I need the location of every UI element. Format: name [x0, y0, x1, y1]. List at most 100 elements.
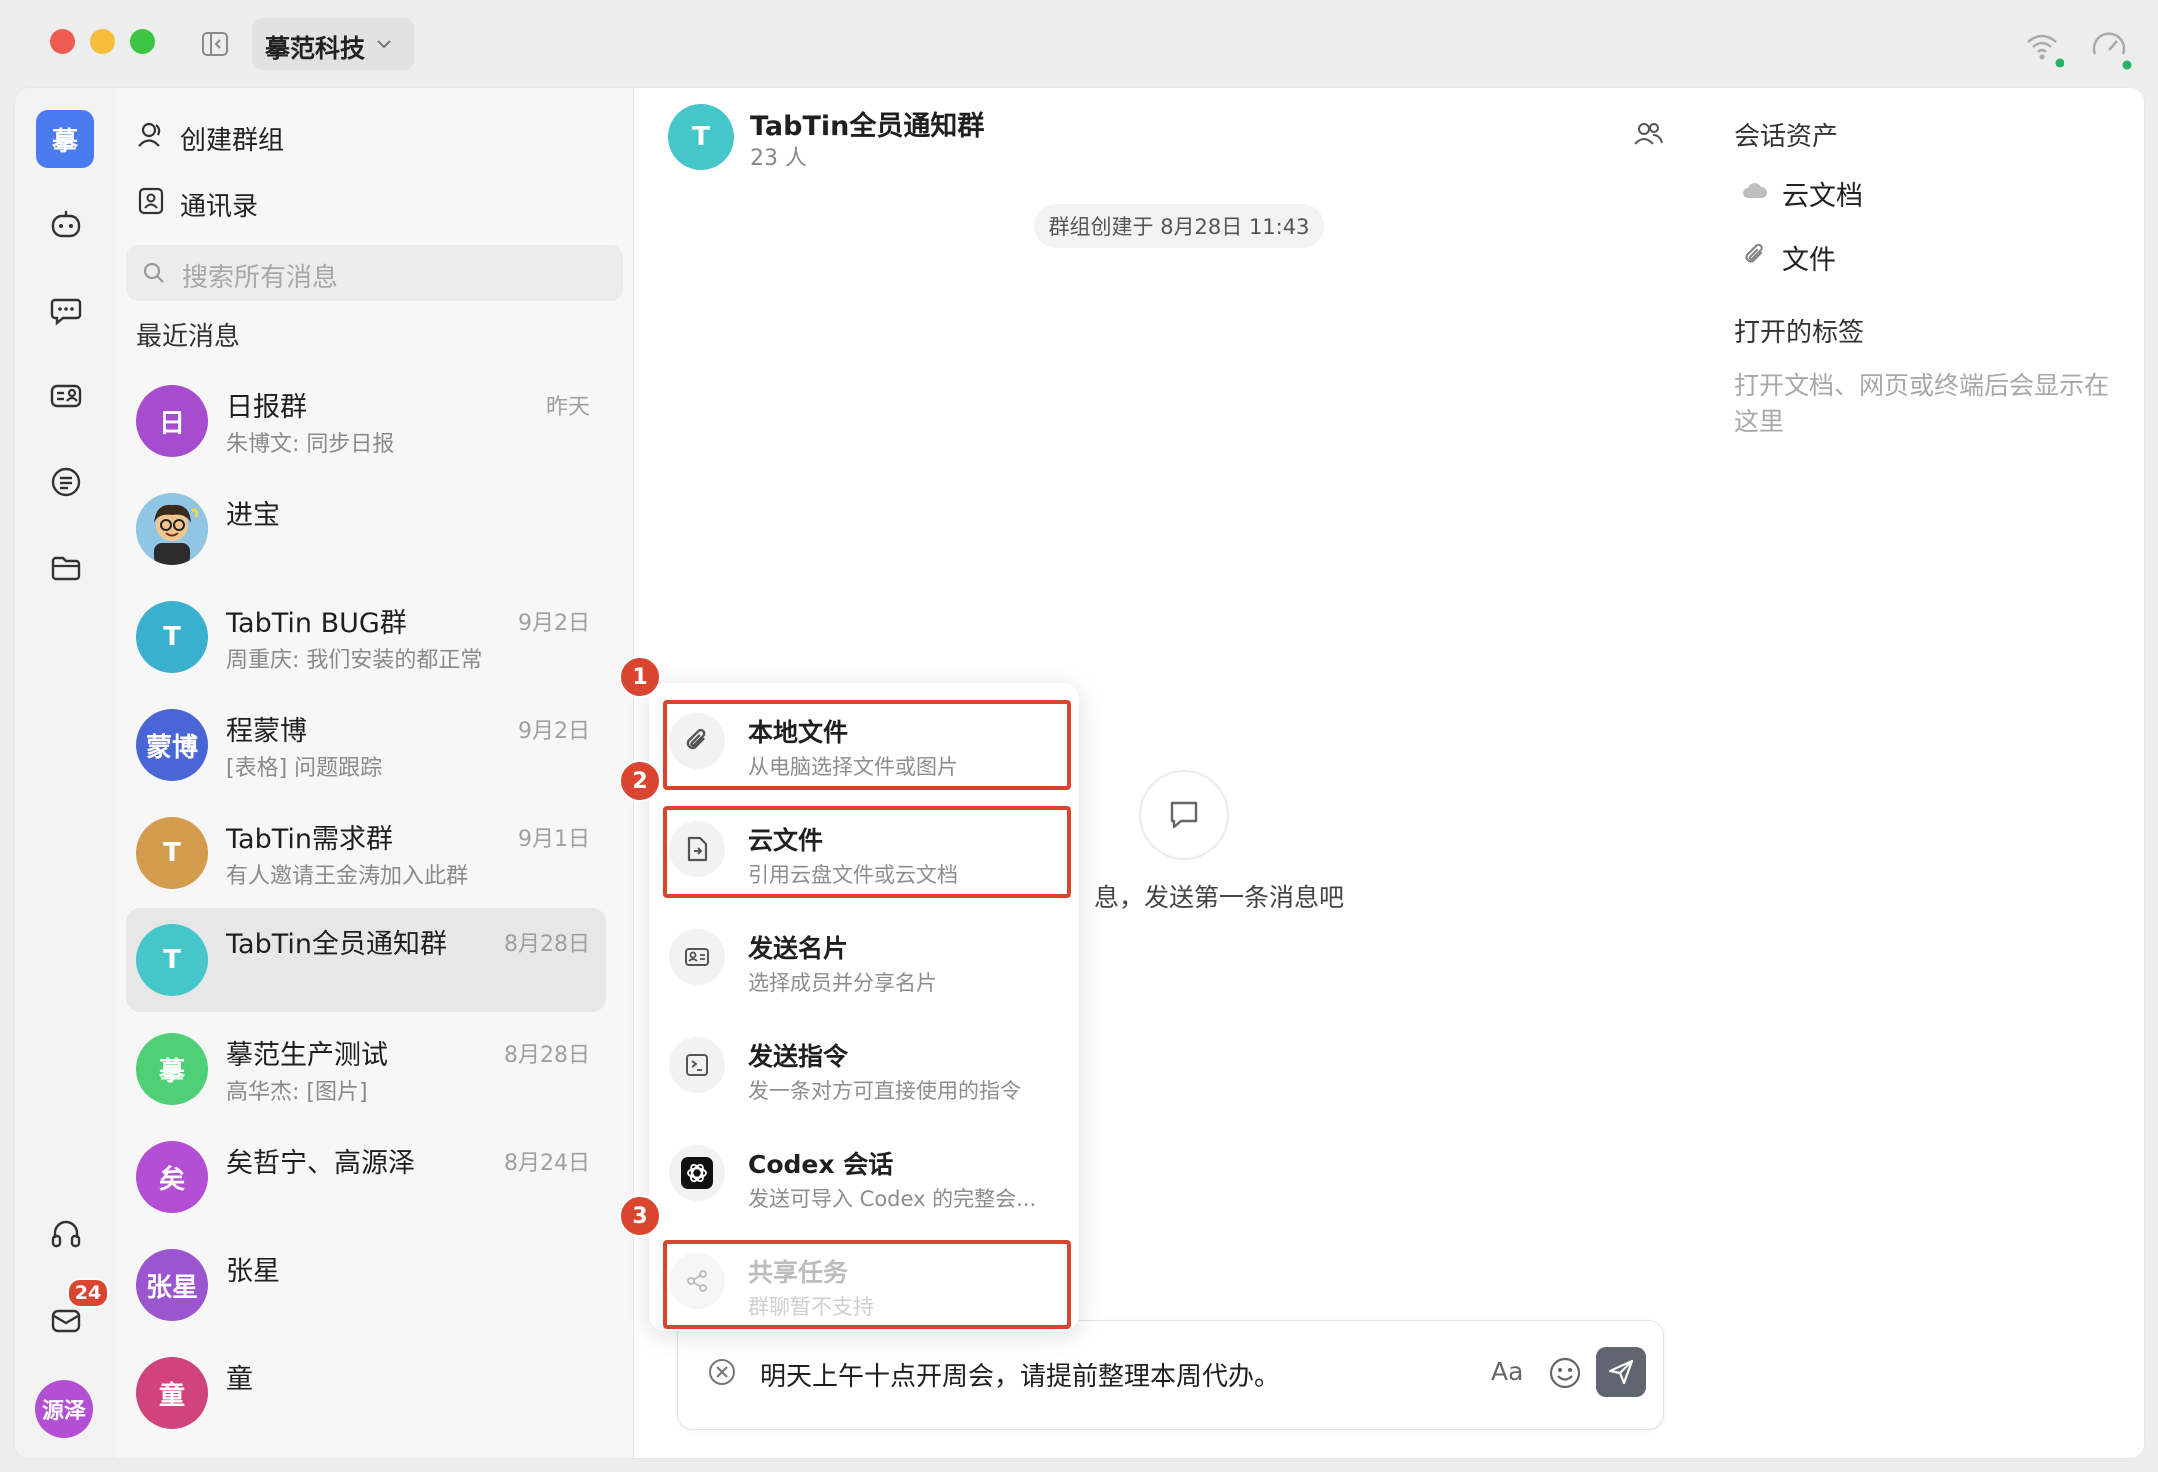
conversation-item-selected[interactable]: T TabTin全员通知群 8月28日 — [126, 908, 606, 1012]
conversation-name: 进宝 — [226, 500, 280, 531]
conversation-item[interactable]: T TabTin需求群 9月1日 有人邀请王金涛加入此群 — [126, 803, 606, 903]
assets-item-files[interactable]: 文件 — [1742, 236, 2042, 276]
paperclip-icon — [1742, 242, 1768, 268]
highlight-box-cloud-file — [663, 806, 1071, 898]
cloud-icon — [1742, 180, 1768, 202]
conversation-preview: [表格] 问题跟踪 — [226, 756, 383, 781]
zoom-window-button[interactable] — [130, 29, 155, 54]
conversation-name: 矣哲宁、高源泽 — [226, 1148, 415, 1179]
search-field[interactable]: 搜索所有消息 — [126, 245, 623, 301]
assets-panel: 会话资产 云文档 文件 打开的标签 打开文档、网页或终端后会显示在这里 — [1696, 88, 2144, 1458]
create-group-label: 创建群组 — [180, 126, 285, 156]
system-message-pill: 群组创建于 8月28日 11:43 — [1034, 204, 1324, 248]
person-icon — [136, 120, 166, 150]
search-input[interactable]: 搜索所有消息 — [182, 257, 338, 294]
conversation-avatar: 张星 — [136, 1249, 208, 1321]
open-tabs-hint: 打开文档、网页或终端后会显示在这里 — [1734, 371, 2110, 436]
conversation-avatar: T — [136, 817, 208, 889]
mail-icon[interactable] — [50, 1304, 82, 1336]
conversation-avatar: 童 — [136, 1357, 208, 1429]
speed-gauge-icon[interactable] — [2090, 28, 2132, 70]
members-icon[interactable] — [1633, 119, 1663, 149]
wifi-status-icon[interactable] — [2024, 28, 2064, 68]
conversation-avatar: 摹 — [136, 1033, 208, 1105]
conversation-time: 8月28日 — [504, 1043, 590, 1068]
empty-chat-hint: 息，发送第一条消息吧 — [1094, 883, 1345, 912]
menu-item-send-command[interactable]: 发送指令 发一条对方可直接使用的指令 — [663, 1015, 1063, 1111]
toggle-sidebar-icon[interactable] — [201, 30, 229, 58]
recent-messages-heading: 最近消息 — [136, 322, 241, 352]
conversation-item[interactable]: 童 童 — [126, 1343, 606, 1443]
conversation-name: 日报群 — [226, 392, 307, 423]
group-avatar: T — [668, 104, 734, 170]
workspace-name: 摹范科技 — [265, 34, 366, 63]
create-group-button[interactable]: 创建群组 — [136, 114, 436, 158]
address-book-icon — [136, 186, 166, 216]
menu-item-codex-session[interactable]: Codex 会话 发送可导入 Codex 的完整会... — [663, 1123, 1063, 1219]
app-window: 摹 24 源泽 创建群组 通讯录 搜索所有消息 最近消息 日 日报群 昨天 朱博… — [15, 88, 2144, 1458]
minimize-window-button[interactable] — [90, 29, 115, 54]
conversation-name: 童 — [226, 1364, 253, 1395]
step-marker-1: 1 — [619, 656, 661, 698]
message-composer[interactable]: 明天上午十点开周会，请提前整理本周代办。 Aa — [677, 1320, 1664, 1430]
conversation-item[interactable]: 日 日报群 昨天 朱博文: 同步日报 — [126, 371, 606, 471]
conversation-item[interactable]: 张星 张星 — [126, 1235, 606, 1335]
conversation-time: 9月1日 — [518, 827, 590, 852]
conversation-name: TabTin全员通知群 — [226, 929, 447, 960]
menu-item-subtitle: 选择成员并分享名片 — [748, 971, 937, 995]
conversation-item[interactable]: 矣 矣哲宁、高源泽 8月24日 — [126, 1127, 606, 1227]
conversation-preview: 有人邀请王金涛加入此群 — [226, 864, 469, 889]
user-avatar[interactable]: 源泽 — [35, 1380, 93, 1438]
chat-bubble-icon[interactable] — [50, 294, 82, 326]
conversation-item[interactable]: 进宝 — [126, 479, 606, 579]
close-window-button[interactable] — [50, 29, 75, 54]
message-input[interactable]: 明天上午十点开周会，请提前整理本周代办。 — [760, 1356, 1280, 1393]
chevron-down-icon — [376, 38, 392, 50]
headset-icon[interactable] — [50, 1218, 82, 1250]
folder-icon[interactable] — [50, 552, 82, 584]
conversation-item[interactable]: T TabTin BUG群 9月2日 周重庆: 我们安装的都正常 — [126, 587, 606, 687]
contacts-button[interactable]: 通讯录 — [136, 180, 436, 224]
robot-icon[interactable] — [50, 208, 82, 240]
conversation-time: 9月2日 — [518, 611, 590, 636]
nav-rail: 摹 24 源泽 — [15, 88, 117, 1458]
emoji-icon[interactable] — [1548, 1356, 1582, 1390]
terminal-icon — [669, 1037, 725, 1093]
menu-item-title: Codex 会话 — [748, 1150, 894, 1179]
cloud-docs-label: 云文档 — [1782, 181, 1863, 212]
openai-icon — [669, 1145, 725, 1201]
menu-item-title: 发送名片 — [748, 934, 849, 963]
conversation-avatar: 矣 — [136, 1141, 208, 1213]
conversation-time: 8月24日 — [504, 1151, 590, 1176]
files-label: 文件 — [1782, 245, 1836, 276]
conversation-avatar: 日 — [136, 385, 208, 457]
conversation-avatar: T — [136, 924, 208, 996]
send-button[interactable] — [1596, 1347, 1646, 1397]
menu-item-title: 发送指令 — [748, 1042, 849, 1071]
conversation-item[interactable]: 蒙博 程蒙博 9月2日 [表格] 问题跟踪 — [126, 695, 606, 795]
clear-input-icon[interactable] — [707, 1357, 737, 1387]
conversation-sidebar: 创建群组 通讯录 搜索所有消息 最近消息 日 日报群 昨天 朱博文: 同步日报 — [116, 88, 634, 1458]
cartoon-avatar-image — [136, 493, 208, 565]
conversation-time: 8月28日 — [504, 932, 590, 957]
conversation-item[interactable]: 摹 摹范生产测试 8月28日 高华杰: [图片] — [126, 1019, 606, 1119]
search-icon — [142, 261, 166, 285]
workspace-switcher[interactable]: 摹范科技 — [252, 18, 414, 70]
highlight-box-local-file — [663, 700, 1071, 790]
member-count: 23 人 — [750, 146, 807, 171]
conversation-avatar: T — [136, 601, 208, 673]
highlight-box-share-task — [663, 1240, 1071, 1329]
org-avatar[interactable]: 摹 — [36, 110, 94, 168]
menu-item-contact-card[interactable]: 发送名片 选择成员并分享名片 — [663, 907, 1063, 1003]
step-marker-2: 2 — [619, 760, 661, 802]
send-icon — [1608, 1359, 1634, 1385]
document-list-icon[interactable] — [50, 466, 82, 498]
menu-item-subtitle: 发一条对方可直接使用的指令 — [748, 1079, 1021, 1103]
conversation-time: 昨天 — [545, 395, 590, 420]
contact-card-nav-icon[interactable] — [50, 380, 82, 412]
conversation-name: 程蒙博 — [226, 716, 307, 747]
step-marker-3: 3 — [619, 1195, 661, 1237]
mail-unread-badge: 24 — [67, 1278, 109, 1308]
assets-item-cloud-docs[interactable]: 云文档 — [1742, 172, 2042, 212]
text-format-button[interactable]: Aa — [1491, 1357, 1523, 1386]
